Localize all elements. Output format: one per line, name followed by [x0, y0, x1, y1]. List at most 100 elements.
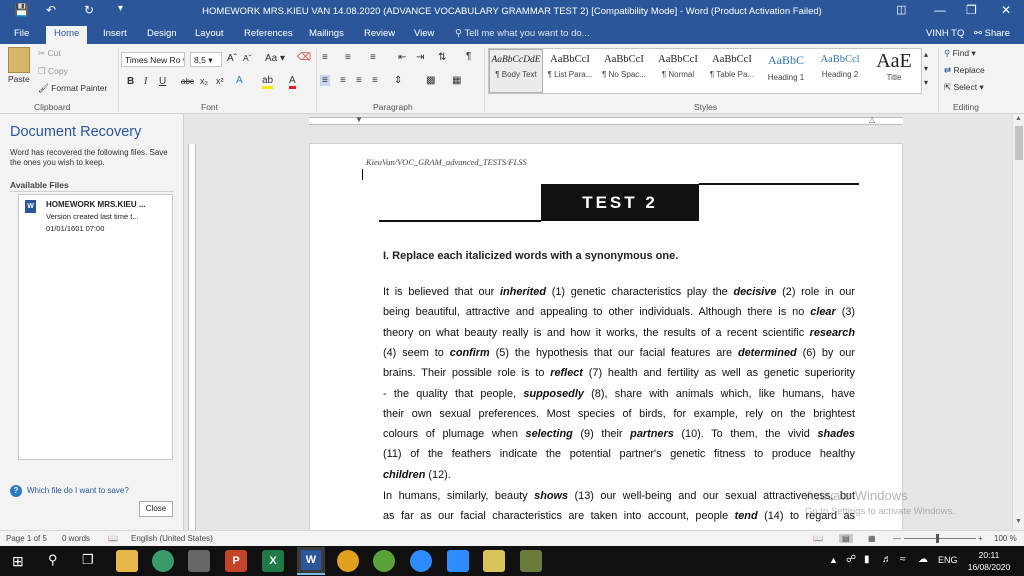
- minimize-icon[interactable]: —: [934, 3, 946, 17]
- styles-more-icon[interactable]: ▾: [924, 78, 928, 87]
- text-effects-icon[interactable]: A: [236, 75, 243, 86]
- language[interactable]: English (United States): [131, 534, 213, 543]
- tray-overflow-icon[interactable]: ▲: [829, 555, 838, 565]
- style-title[interactable]: AaE Title: [867, 49, 921, 93]
- folder-icon[interactable]: [483, 550, 505, 572]
- read-mode-icon[interactable]: 📖: [813, 534, 823, 543]
- proofing-icon[interactable]: 📖: [108, 534, 118, 543]
- style-list-paragraph[interactable]: AaBbCcI ¶ List Para...: [543, 49, 597, 93]
- align-right-icon[interactable]: ≡: [356, 75, 362, 86]
- style-heading-2[interactable]: AaBbCcl Heading 2: [813, 49, 867, 93]
- strikethrough-icon[interactable]: abc: [181, 77, 194, 86]
- chrome-icon[interactable]: [337, 550, 359, 572]
- zalo-icon[interactable]: [410, 550, 432, 572]
- indent-marker-icon[interactable]: ▼: [355, 115, 363, 124]
- tab-file[interactable]: File: [14, 28, 29, 39]
- vertical-scrollbar[interactable]: ▲ ▼: [1012, 114, 1024, 530]
- select-button[interactable]: ⇱ Select ▾: [944, 82, 984, 93]
- style-body-text[interactable]: AaBbCcDdE ¶ Body Text: [489, 49, 543, 93]
- windows-start-icon[interactable]: ⊞: [12, 553, 24, 570]
- line-spacing-icon[interactable]: ⇕: [394, 75, 402, 86]
- multilevel-list-icon[interactable]: ≡: [370, 52, 376, 63]
- subscript-icon[interactable]: x₂: [200, 76, 208, 86]
- restore-icon[interactable]: ❐: [966, 3, 977, 17]
- scroll-up-icon[interactable]: ▲: [1015, 115, 1022, 122]
- volume-icon[interactable]: ♬: [882, 554, 892, 565]
- scroll-thumb[interactable]: [1015, 126, 1023, 160]
- document-canvas[interactable]: KieuVan/VOC_GRAM_advanced_TESTS/FLSS TES…: [200, 128, 1012, 530]
- ribbon-display-options-icon[interactable]: ◫: [896, 3, 906, 16]
- decrease-indent-icon[interactable]: ⇤: [398, 52, 406, 63]
- styles-scroll-down-icon[interactable]: ▾: [924, 64, 928, 73]
- increase-indent-icon[interactable]: ⇥: [416, 52, 424, 63]
- battery-icon[interactable]: ▮: [864, 554, 870, 565]
- excel-icon[interactable]: X: [262, 550, 284, 572]
- horizontal-ruler[interactable]: ▼ △: [200, 114, 1012, 128]
- right-indent-marker-icon[interactable]: △: [869, 115, 875, 124]
- style-table-paragraph[interactable]: AaBbCcI ¶ Table Pa...: [705, 49, 759, 93]
- bullets-icon[interactable]: ≡: [322, 52, 328, 63]
- zoom-out-icon[interactable]: —: [893, 534, 901, 543]
- share-button[interactable]: ⚯ Share: [974, 28, 1010, 39]
- grow-font-icon[interactable]: Aˆ: [227, 53, 237, 64]
- clear-formatting-icon[interactable]: ⌫: [297, 52, 311, 63]
- borders-icon[interactable]: ▦: [452, 75, 461, 86]
- replace-button[interactable]: ⇄ Replace: [944, 65, 985, 76]
- justify-icon[interactable]: ≡: [372, 75, 378, 86]
- sort-icon[interactable]: ⇅: [438, 52, 446, 63]
- style-no-spacing[interactable]: AaBbCcI ¶ No Spac...: [597, 49, 651, 93]
- paste-button[interactable]: Paste: [8, 74, 30, 84]
- user-name[interactable]: VINH TQ: [926, 28, 964, 39]
- recovered-file-item[interactable]: W HOMEWORK MRS.KIEU ... Version created …: [21, 197, 171, 235]
- word-taskbar-active[interactable]: W: [297, 547, 325, 575]
- tab-layout[interactable]: Layout: [195, 28, 224, 39]
- font-size-select[interactable]: 8,5 ▾: [190, 52, 222, 67]
- close-pane-button[interactable]: Close: [139, 501, 173, 517]
- zoom-level[interactable]: 100 %: [994, 534, 1017, 543]
- tab-references[interactable]: References: [244, 28, 293, 39]
- tell-me-search[interactable]: ⚲ Tell me what you want to do...: [455, 28, 590, 39]
- bold-icon[interactable]: B: [127, 76, 134, 87]
- clock[interactable]: 20:11 16/08/2020: [962, 549, 1016, 573]
- document-page[interactable]: KieuVan/VOC_GRAM_advanced_TESTS/FLSS TES…: [309, 143, 903, 530]
- word-count[interactable]: 0 words: [62, 534, 90, 543]
- copy-button[interactable]: ❐ Copy: [38, 66, 68, 77]
- numbering-icon[interactable]: ≡: [345, 52, 351, 63]
- close-window-icon[interactable]: ✕: [1001, 3, 1011, 17]
- onedrive-icon[interactable]: ☁: [918, 554, 928, 565]
- show-formatting-icon[interactable]: ¶: [466, 51, 471, 62]
- page-count[interactable]: Page 1 of 5: [6, 534, 47, 543]
- shading-icon[interactable]: ▩: [426, 75, 435, 86]
- tab-view[interactable]: View: [414, 28, 434, 39]
- tab-mailings[interactable]: Mailings: [309, 28, 344, 39]
- paste-icon[interactable]: [8, 47, 30, 73]
- network-icon[interactable]: ☍: [846, 554, 856, 565]
- align-left-icon[interactable]: ≡: [320, 75, 330, 86]
- print-layout-icon[interactable]: ▤: [839, 534, 853, 543]
- game-app-icon[interactable]: [520, 550, 542, 572]
- wifi-icon[interactable]: ≈: [900, 554, 906, 565]
- superscript-icon[interactable]: x²: [216, 76, 224, 86]
- tab-home[interactable]: Home: [46, 26, 88, 44]
- styles-scroll-up-icon[interactable]: ▴: [924, 50, 928, 59]
- font-color-icon[interactable]: A: [289, 75, 296, 89]
- which-file-help-link[interactable]: Which file do I want to save?: [27, 486, 129, 495]
- find-button[interactable]: ⚲ Find ▾: [944, 48, 976, 59]
- scroll-down-icon[interactable]: ▼: [1015, 518, 1022, 525]
- powerpoint-icon[interactable]: P: [225, 550, 247, 572]
- tab-design[interactable]: Design: [147, 28, 177, 39]
- snipping-tool-icon[interactable]: [188, 550, 210, 572]
- zoom-slider-thumb[interactable]: [936, 534, 939, 543]
- cut-button[interactable]: ✂ Cut: [38, 48, 61, 59]
- shrink-font-icon[interactable]: Aˇ: [243, 53, 252, 63]
- zoom-slider[interactable]: [904, 538, 976, 539]
- italic-icon[interactable]: I: [144, 76, 147, 87]
- file-explorer-icon[interactable]: [116, 550, 138, 572]
- tab-review[interactable]: Review: [364, 28, 395, 39]
- font-name-select[interactable]: Times New Ro ▾: [121, 52, 185, 67]
- format-painter-button[interactable]: 🖌 Format Painter: [38, 83, 107, 94]
- tab-insert[interactable]: Insert: [103, 28, 127, 39]
- highlight-icon[interactable]: ab: [262, 75, 274, 89]
- task-view-icon[interactable]: ❐: [82, 552, 94, 568]
- web-layout-icon[interactable]: ▦: [868, 534, 876, 543]
